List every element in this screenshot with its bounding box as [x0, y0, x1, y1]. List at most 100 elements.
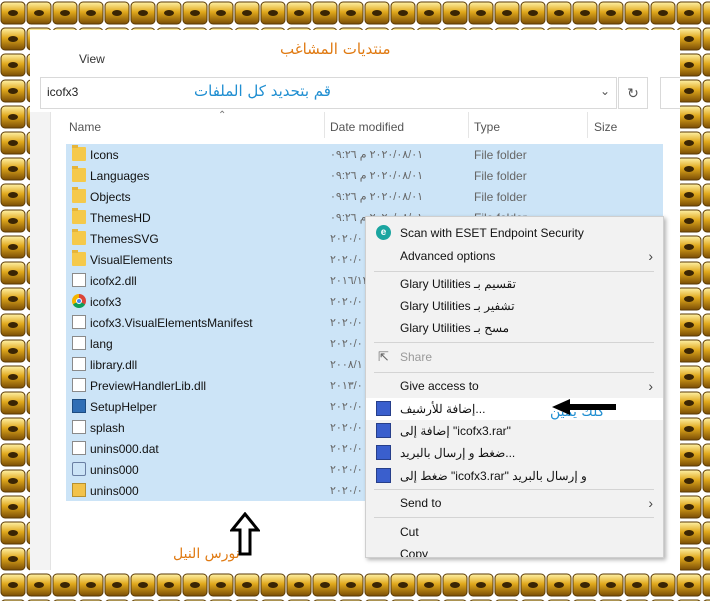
sort-up-icon: ⌃: [218, 110, 227, 121]
file-name: lang: [90, 337, 113, 351]
file-name: library.dll: [90, 358, 138, 372]
file-date: ٢٠٢٠/٠: [330, 338, 363, 350]
file-name: icofx3.VisualElementsManifest: [90, 316, 253, 330]
address-path: icofx3: [47, 85, 79, 99]
file-icon: [72, 441, 86, 455]
menu-item-glary-encrypt[interactable]: Glary Utilities تشفير بـ: [366, 295, 663, 317]
column-size[interactable]: Size: [594, 120, 617, 134]
menu-divider: [374, 489, 654, 490]
instruction-overlay: قم بتحديد كل الملفات: [194, 82, 331, 100]
menu-view[interactable]: View: [79, 52, 105, 66]
refresh-icon[interactable]: ↻: [618, 77, 648, 109]
winrar-icon: [376, 468, 391, 483]
chevron-right-icon: ›: [648, 378, 653, 394]
share-icon: ⇱: [378, 349, 389, 364]
chevron-right-icon: ›: [648, 248, 653, 264]
menu-item-glary-wipe[interactable]: Glary Utilities مسح بـ: [366, 317, 663, 339]
file-date: ٢٠٢٠/٠: [330, 443, 363, 455]
left-arrow-annotation-icon: [552, 399, 616, 415]
folder-icon: [72, 187, 86, 203]
file-row[interactable]: Languages ٢٠٢٠/٠٨/٠١ م ٠٩:٢٦ File folder: [66, 165, 663, 186]
file-name: splash: [90, 421, 125, 435]
menu-item-add-rar[interactable]: إضافة إلى "icofx3.rar": [366, 420, 663, 442]
file-name: ThemesHD: [90, 211, 151, 225]
mail-icon: [72, 483, 86, 497]
column-header: ⌃ Name Date modified Type Size: [60, 110, 665, 138]
menu-divider: [374, 517, 654, 518]
file-icon: [72, 273, 86, 287]
search-box[interactable]: [660, 77, 680, 109]
file-name: Objects: [90, 190, 131, 204]
file-date: ٢٠١٦/١٢: [330, 275, 369, 287]
menu-divider: [374, 372, 654, 373]
column-divider[interactable]: [324, 112, 325, 138]
folder-icon: [72, 145, 86, 161]
file-name: icofx3: [90, 295, 122, 309]
file-icon: [72, 336, 86, 350]
winrar-icon: [376, 445, 391, 460]
menu-item-send-to[interactable]: Send to ›: [366, 492, 663, 514]
file-name: unins000.dat: [90, 442, 159, 456]
file-name: Languages: [90, 169, 150, 183]
menu-item-share[interactable]: ⇱ Share: [366, 346, 663, 368]
file-row[interactable]: Objects ٢٠٢٠/٠٨/٠١ م ٠٩:٢٦ File folder: [66, 186, 663, 207]
navigation-pane[interactable]: [30, 112, 51, 570]
menu-item-scan[interactable]: e Scan with ESET Endpoint Security: [366, 222, 663, 244]
file-icon: [72, 378, 86, 392]
column-name[interactable]: Name: [69, 120, 101, 134]
file-type: File folder: [474, 169, 527, 183]
file-date: ٢٠٠٨/١: [330, 359, 363, 371]
folder-icon: [72, 250, 86, 266]
menu-item-compress-rar-email[interactable]: ضغط إلى "icofx3.rar" و إرسال بالبريد: [366, 465, 663, 487]
file-name: unins000: [90, 463, 139, 477]
up-arrow-annotation-icon: [230, 512, 260, 556]
file-date: ٢٠٢٠/٠: [330, 233, 363, 245]
file-date: ٢٠٢٠/٠: [330, 422, 363, 434]
file-date: ٢٠١٣/٠: [330, 380, 363, 392]
file-explorer-window: View منتديات المشاغب icofx3 ⌄ ↻ قم بتحدي…: [30, 32, 680, 570]
folder-icon: [72, 208, 86, 224]
folder-icon: [72, 229, 86, 245]
file-name: unins000: [90, 484, 139, 498]
file-date: ٢٠٢٠/٠: [330, 254, 363, 266]
file-date: ٢٠٢٠/٠: [330, 464, 363, 476]
file-date: ٢٠٢٠/٠: [330, 401, 363, 413]
file-icon: [72, 315, 86, 329]
column-date[interactable]: Date modified: [330, 120, 404, 134]
forum-title-overlay: منتديات المشاغب: [280, 40, 391, 58]
menu-item-advanced[interactable]: Advanced options ›: [366, 245, 663, 267]
file-name: icofx2.dll: [90, 274, 137, 288]
chrome-icon: [72, 294, 86, 308]
file-date: ٢٠٢٠/٠٨/٠١ م ٠٩:٢٦: [330, 170, 424, 182]
file-type: File folder: [474, 148, 527, 162]
chevron-down-icon[interactable]: ⌄: [600, 84, 610, 98]
file-date: ٢٠٢٠/٠: [330, 485, 363, 497]
file-name: SetupHelper: [90, 400, 157, 414]
winrar-icon: [376, 401, 391, 416]
file-date: ٢٠٢٠/٠: [330, 296, 363, 308]
column-divider[interactable]: [587, 112, 588, 138]
file-row[interactable]: Icons ٢٠٢٠/٠٨/٠١ م ٠٩:٢٦ File folder: [66, 144, 663, 165]
column-divider[interactable]: [468, 112, 469, 138]
file-name: Icons: [90, 148, 119, 162]
setup-icon: [72, 399, 86, 413]
menu-item-give-access[interactable]: Give access to ›: [366, 375, 663, 397]
file-date: ٢٠٢٠/٠: [330, 317, 363, 329]
menu-item-add-archive[interactable]: إضافة للأرشيف...: [366, 398, 663, 420]
file-name: ThemesSVG: [90, 232, 159, 246]
menu-divider: [374, 271, 654, 272]
file-date: ٢٠٢٠/٠٨/٠١ م ٠٩:٢٦: [330, 191, 424, 203]
menu-item-glary-split[interactable]: Glary Utilities تقسيم بـ: [366, 273, 663, 295]
context-menu: e Scan with ESET Endpoint Security Advan…: [365, 216, 664, 558]
column-type[interactable]: Type: [474, 120, 500, 134]
down-icon: [72, 462, 86, 476]
eset-icon: e: [376, 225, 391, 240]
menu-item-copy[interactable]: Copy: [366, 543, 663, 557]
menu-item-cut[interactable]: Cut: [366, 521, 663, 543]
chevron-right-icon: ›: [648, 495, 653, 511]
file-name: PreviewHandlerLib.dll: [90, 379, 207, 393]
file-icon: [72, 357, 86, 371]
file-date: ٢٠٢٠/٠٨/٠١ م ٠٩:٢٦: [330, 149, 424, 161]
winrar-icon: [376, 423, 391, 438]
menu-item-compress-email[interactable]: ضغط و إرسال بالبريد...: [366, 442, 663, 464]
